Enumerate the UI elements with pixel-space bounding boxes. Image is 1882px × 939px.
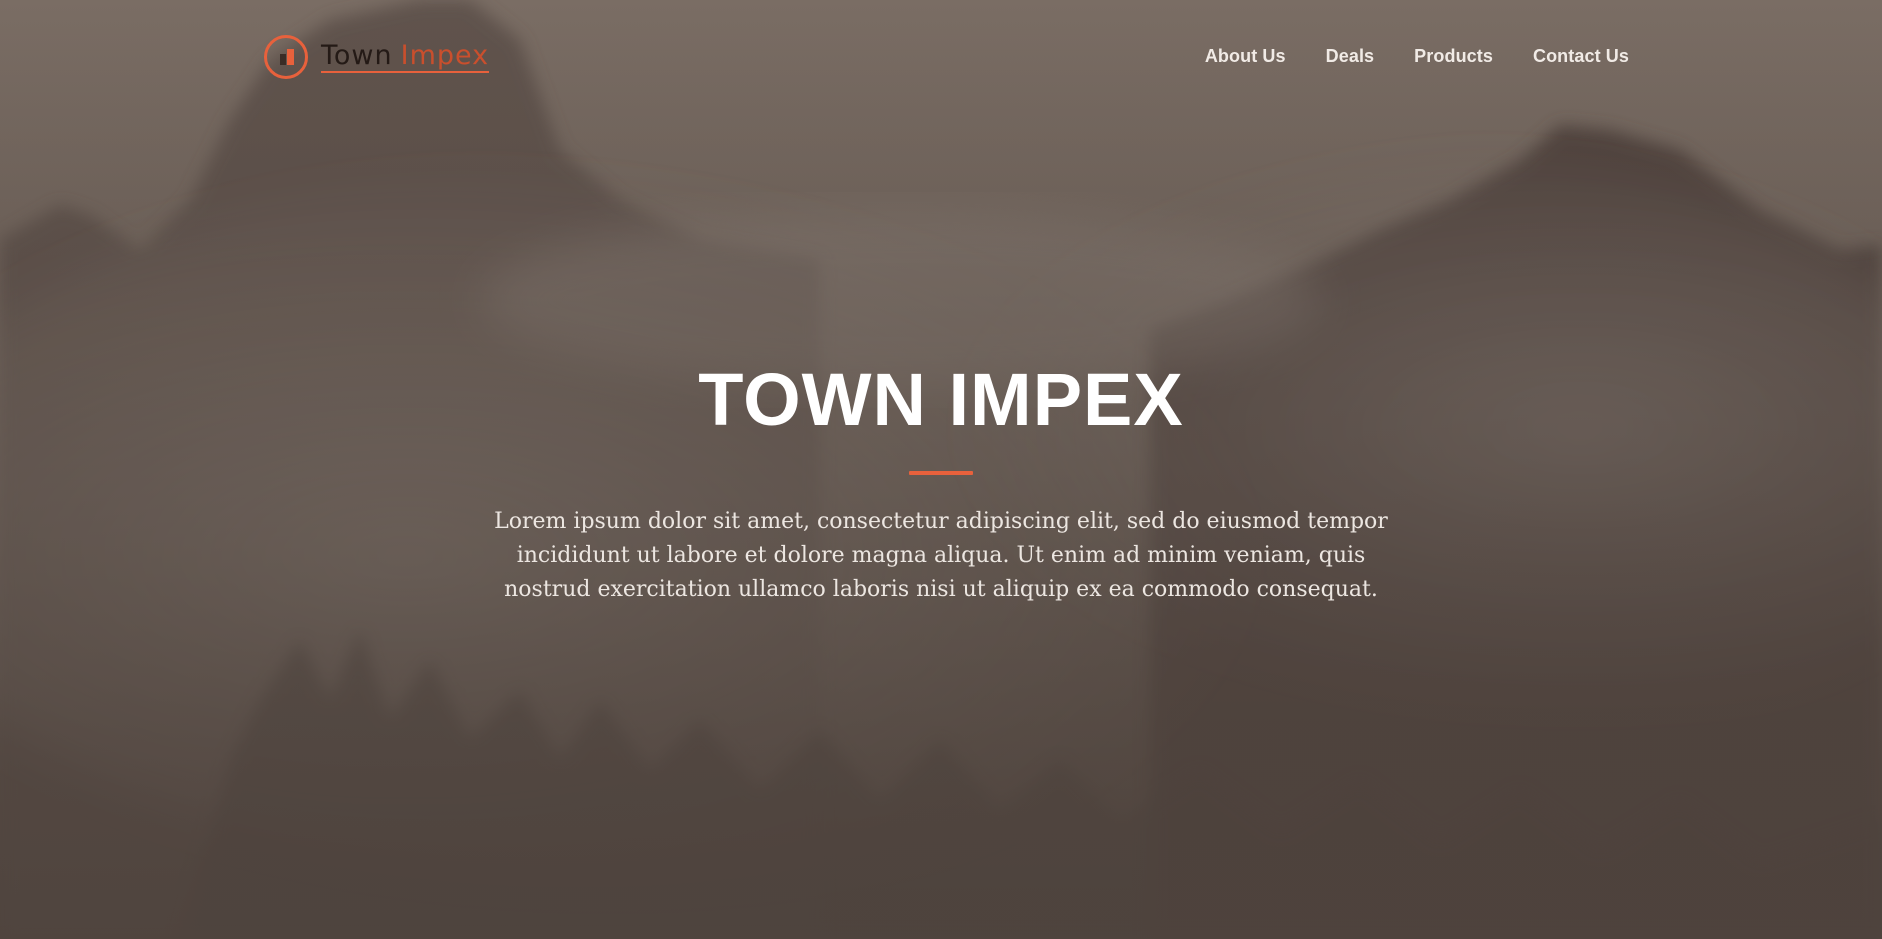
title-divider [909,471,973,475]
site-header: Town Impex About Us Deals Products Contac… [0,0,1882,110]
nav-link-deals[interactable]: Deals [1326,46,1375,67]
main-nav: About Us Deals Products Contact Us [1205,46,1629,67]
building-icon [264,35,308,79]
brand-name-part2: Impex [400,39,490,71]
brand-wordmark: Town Impex [321,39,490,73]
brand-name-part1: Town [321,39,393,71]
nav-link-products[interactable]: Products [1414,46,1493,67]
hero-description: Lorem ipsum dolor sit amet, consectetur … [494,509,1388,602]
hero-title: TOWN IMPEX [698,358,1184,441]
brand-logo[interactable]: Town Impex [264,33,490,81]
hero-section: Town Impex About Us Deals Products Contac… [0,0,1882,939]
nav-link-contact-us[interactable]: Contact Us [1533,46,1629,67]
nav-link-about-us[interactable]: About Us [1205,46,1286,67]
hero-content: TOWN IMPEX Lorem ipsum dolor sit amet, c… [0,360,1882,607]
